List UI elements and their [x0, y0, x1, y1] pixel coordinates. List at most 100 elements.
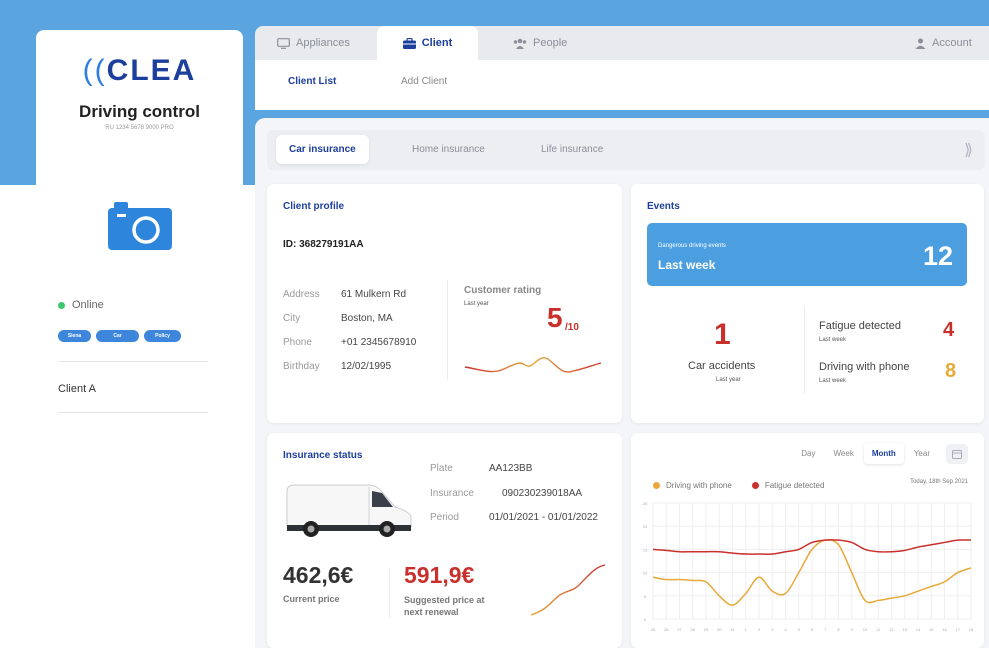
x-tick-label: 29	[704, 627, 709, 632]
subtab-client-list[interactable]: Client List	[288, 76, 336, 87]
range-year[interactable]: Year	[906, 443, 938, 464]
x-tick-label: 7	[824, 627, 827, 632]
divider	[58, 412, 208, 413]
range-month[interactable]: Month	[863, 443, 904, 464]
current-price-label: Current price	[283, 594, 340, 604]
period-label: Period	[430, 512, 459, 523]
x-tick-label: 13	[903, 627, 908, 632]
divider	[58, 361, 208, 362]
x-tick-label: 17	[956, 627, 961, 632]
tab-client-label: Client	[421, 37, 453, 49]
client-tags: Siena Car Policy	[58, 330, 181, 342]
client-sidebar: ((CLEA Driving control RU 1234 5678 9000…	[36, 30, 243, 648]
x-tick-label: 14	[916, 627, 921, 632]
tab-life-insurance[interactable]: Life insurance	[541, 144, 603, 155]
user-icon	[915, 38, 926, 49]
dangerous-events-banner[interactable]: Dangerous driving events Last week 12	[647, 223, 967, 286]
x-tick-label: 28	[691, 627, 696, 632]
card-title: Client profile	[283, 201, 345, 212]
x-tick-label: 11	[876, 627, 881, 632]
people-icon	[513, 38, 527, 49]
period-value: 01/01/2021 - 01/01/2022	[489, 512, 598, 523]
chart-date-label: Today, 18th Sep 2021	[910, 479, 968, 485]
divider	[389, 568, 390, 618]
danger-label: Dangerous driving events	[658, 243, 727, 249]
y-tick-label: 20	[643, 524, 648, 529]
online-status: Online	[58, 299, 104, 311]
tag-car[interactable]: Car	[96, 330, 139, 342]
fatigue-label: Fatigue detected	[819, 320, 901, 332]
accidents-count: 1	[714, 318, 731, 351]
x-tick-label: 26	[664, 627, 669, 632]
monitor-icon	[277, 37, 290, 49]
suggested-price-label: Suggested price at next renewal	[404, 594, 485, 618]
calendar-icon[interactable]	[946, 443, 968, 464]
tab-client[interactable]: Client	[377, 26, 478, 60]
client-profile-card: Client profile ID: 368279191AA Address 6…	[267, 184, 622, 423]
x-tick-label: 6	[811, 627, 814, 632]
y-tick-label: 15	[643, 547, 648, 552]
double-chevron-right-icon[interactable]: ⟫	[964, 140, 973, 160]
events-chart-card: Day Week Month Year Driving with phone F…	[631, 433, 984, 648]
device-serial: RU 1234 5678 9000 PRO	[105, 125, 174, 131]
x-tick-label: 16	[942, 627, 947, 632]
fatigue-count: 4	[943, 319, 955, 341]
client-list-item[interactable]: Client A	[58, 383, 96, 395]
danger-count: 12	[922, 241, 953, 271]
phone-count: 8	[945, 360, 957, 382]
range-day[interactable]: Day	[793, 443, 823, 464]
range-week[interactable]: Week	[826, 443, 862, 464]
legend-fatigue: Fatigue detected	[751, 481, 825, 490]
price-trend-sparkline	[530, 564, 606, 616]
x-tick-label: 4	[784, 627, 787, 632]
x-tick-label: 27	[677, 627, 682, 632]
insurance-label: Insurance	[430, 488, 474, 499]
client-id: ID: 368279191AA	[283, 239, 364, 250]
online-dot-icon	[58, 301, 65, 309]
events-card: Events Dangerous driving events Last wee…	[631, 184, 984, 423]
tag-siena[interactable]: Siena	[58, 330, 91, 342]
tab-account[interactable]: Account	[915, 26, 972, 60]
divider	[447, 280, 448, 380]
phone-value: +01 2345678910	[341, 337, 417, 348]
suggested-price: 591,9€	[404, 562, 475, 588]
x-tick-label: 25	[651, 627, 656, 632]
tag-policy[interactable]: Policy	[144, 330, 181, 342]
rating-value: 5	[547, 302, 563, 333]
insurance-value: 090230239018AA	[502, 488, 583, 499]
tab-account-label: Account	[932, 37, 972, 49]
x-tick-label: 9	[851, 627, 854, 632]
logo-text: CLEA	[106, 54, 197, 87]
tab-home-insurance[interactable]: Home insurance	[412, 144, 485, 155]
subtab-add-client[interactable]: Add Client	[401, 76, 447, 87]
plate-label: Plate	[430, 463, 453, 474]
current-price: 462,6€	[283, 562, 354, 588]
tab-car-insurance[interactable]: Car insurance	[276, 135, 369, 164]
legend-label: Driving with phone	[666, 481, 732, 490]
city-value: Boston, MA	[341, 313, 393, 324]
time-range-selector: Day Week Month Year	[793, 443, 968, 464]
legend-phone: Driving with phone	[653, 481, 732, 490]
address-value: 61 Mulkern Rd	[341, 289, 407, 300]
x-tick-label: 2	[758, 627, 761, 632]
briefcase-icon	[402, 37, 416, 49]
legend-swatch	[653, 482, 660, 490]
x-tick-label: 31	[730, 627, 735, 632]
x-tick-label: 18	[969, 627, 974, 632]
camera-icon[interactable]	[108, 202, 172, 250]
insurance-tab-bar: Car insurance Home insurance Life insura…	[267, 130, 985, 170]
y-tick-label: 5	[644, 594, 647, 599]
x-tick-label: 12	[889, 627, 894, 632]
rating-denominator: /10	[565, 322, 579, 333]
city-label: City	[283, 313, 301, 324]
divider	[804, 306, 805, 394]
tab-appliances[interactable]: Appliances	[277, 26, 350, 60]
legend-label: Fatigue detected	[764, 481, 825, 490]
tab-people-label: People	[533, 37, 568, 49]
status-label: Online	[72, 299, 104, 311]
phone-label: Phone	[283, 337, 312, 348]
tab-people[interactable]: People	[513, 26, 567, 60]
danger-period: Last week	[658, 258, 716, 272]
rating-subtitle: Last year	[464, 301, 489, 307]
y-tick-label: 25	[643, 501, 648, 506]
